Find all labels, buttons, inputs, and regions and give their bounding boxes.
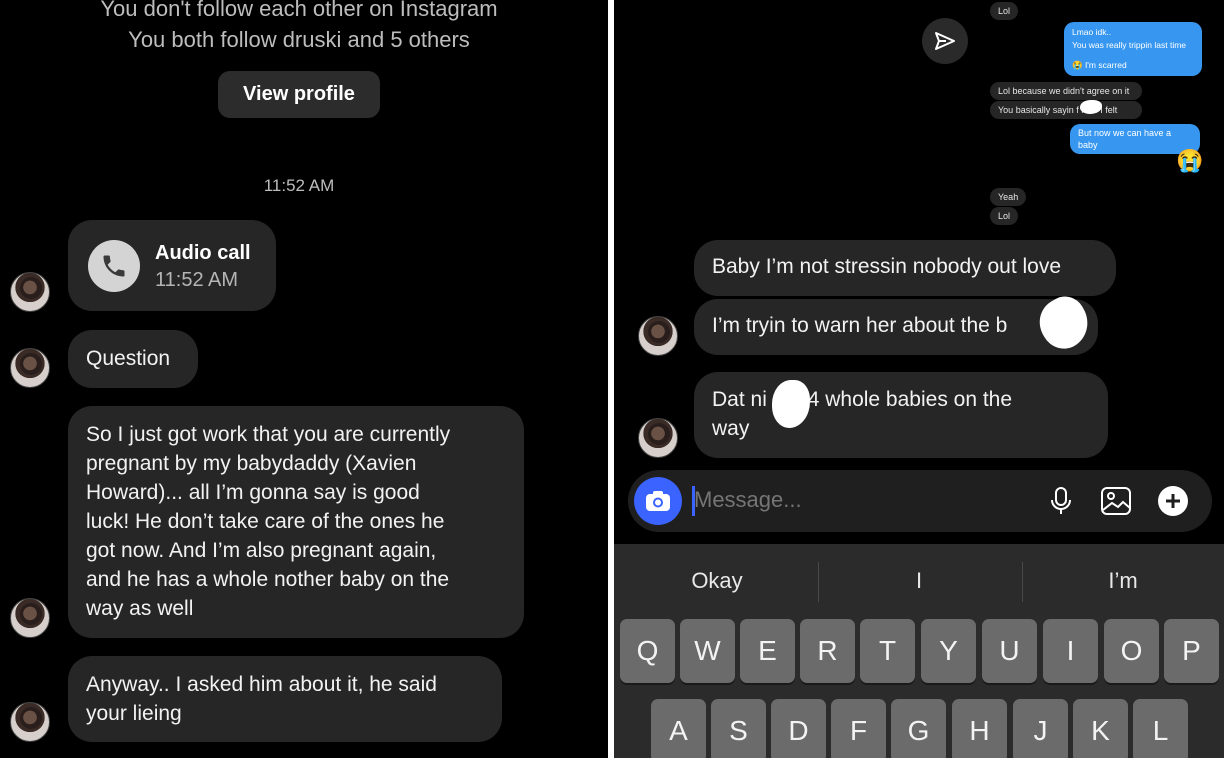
avatar[interactable] xyxy=(638,316,678,356)
message-composer xyxy=(628,470,1212,532)
camera-icon[interactable] xyxy=(634,477,682,525)
avatar[interactable] xyxy=(638,418,678,458)
divider xyxy=(818,562,819,602)
send-icon[interactable] xyxy=(922,18,968,64)
key-l[interactable]: L xyxy=(1133,699,1188,758)
key-g[interactable]: G xyxy=(891,699,946,758)
key-d[interactable]: D xyxy=(771,699,826,758)
mini-line: You was really trippin last time xyxy=(1072,39,1187,50)
mini-message: You basically sayin f how I felt xyxy=(990,101,1142,119)
mini-message: Lol because we didn't agree on it xyxy=(990,82,1142,100)
message-input[interactable] xyxy=(694,487,994,513)
key-h[interactable]: H xyxy=(952,699,1007,758)
suggestion-i[interactable]: I xyxy=(824,568,1014,594)
key-t[interactable]: T xyxy=(860,619,915,683)
mini-message: Lol xyxy=(990,207,1019,225)
mic-icon[interactable] xyxy=(1044,484,1078,518)
key-p[interactable]: P xyxy=(1164,619,1219,683)
key-r[interactable]: R xyxy=(800,619,855,683)
key-i[interactable]: I xyxy=(1043,619,1098,683)
follow-status-text: You don't follow each other on Instagram xyxy=(100,0,498,21)
key-s[interactable]: S xyxy=(711,699,766,758)
key-j[interactable]: J xyxy=(1013,699,1068,758)
key-y[interactable]: Y xyxy=(921,619,976,683)
key-w[interactable]: W xyxy=(680,619,735,683)
key-o[interactable]: O xyxy=(1104,619,1159,683)
suggestion-im[interactable]: I’m xyxy=(1028,568,1218,594)
audio-call-bubble[interactable]: Audio call 11:52 AM xyxy=(68,220,276,311)
mini-line: 😭 I'm scarred xyxy=(1072,60,1127,70)
avatar[interactable] xyxy=(10,702,50,742)
mini-line: Lmao idk.. xyxy=(1072,27,1112,37)
chat-timestamp: 11:52 AM xyxy=(263,176,335,195)
emoji-reaction: 😭 xyxy=(1176,148,1204,173)
key-a[interactable]: A xyxy=(651,699,706,758)
plus-icon[interactable] xyxy=(1156,484,1190,518)
view-profile-button[interactable]: View profile xyxy=(218,71,380,118)
mini-message: Yeah xyxy=(990,188,1027,206)
message-bubble: Question xyxy=(68,330,198,388)
avatar[interactable] xyxy=(10,598,50,638)
key-q[interactable]: Q xyxy=(620,619,675,683)
divider xyxy=(1022,562,1023,602)
call-title: Audio call xyxy=(155,242,251,264)
mutual-follow-text: You both follow druski and 5 others xyxy=(128,27,470,52)
mini-message-blue: Lmao idk.. You was really trippin last t… xyxy=(1064,22,1202,76)
key-u[interactable]: U xyxy=(982,619,1037,683)
message-bubble: Anyway.. I asked him about it, he said y… xyxy=(68,656,502,742)
message-bubble: So I just got work that you are currentl… xyxy=(68,406,524,638)
message-bubble: Dat ni got 4 whole babies on the way xyxy=(694,372,1108,458)
mini-message: Lol xyxy=(990,2,1019,20)
suggestion-okay[interactable]: Okay xyxy=(622,568,812,594)
avatar[interactable] xyxy=(10,272,50,312)
left-chat-panel: You don't follow each other on Instagram… xyxy=(0,0,608,758)
phone-icon xyxy=(88,240,140,292)
call-time: 11:52 AM xyxy=(155,269,239,291)
key-k[interactable]: K xyxy=(1073,699,1128,758)
message-bubble: I’m tryin to warn her about the b xyxy=(694,299,1098,355)
avatar[interactable] xyxy=(10,348,50,388)
keyboard: Okay I I’m Q W E R T Y U I O P A S D F G… xyxy=(614,544,1224,758)
key-f[interactable]: F xyxy=(831,699,886,758)
gallery-icon[interactable] xyxy=(1099,484,1133,518)
key-e[interactable]: E xyxy=(740,619,795,683)
message-bubble: Baby I’m not stressin nobody out love xyxy=(694,240,1116,296)
